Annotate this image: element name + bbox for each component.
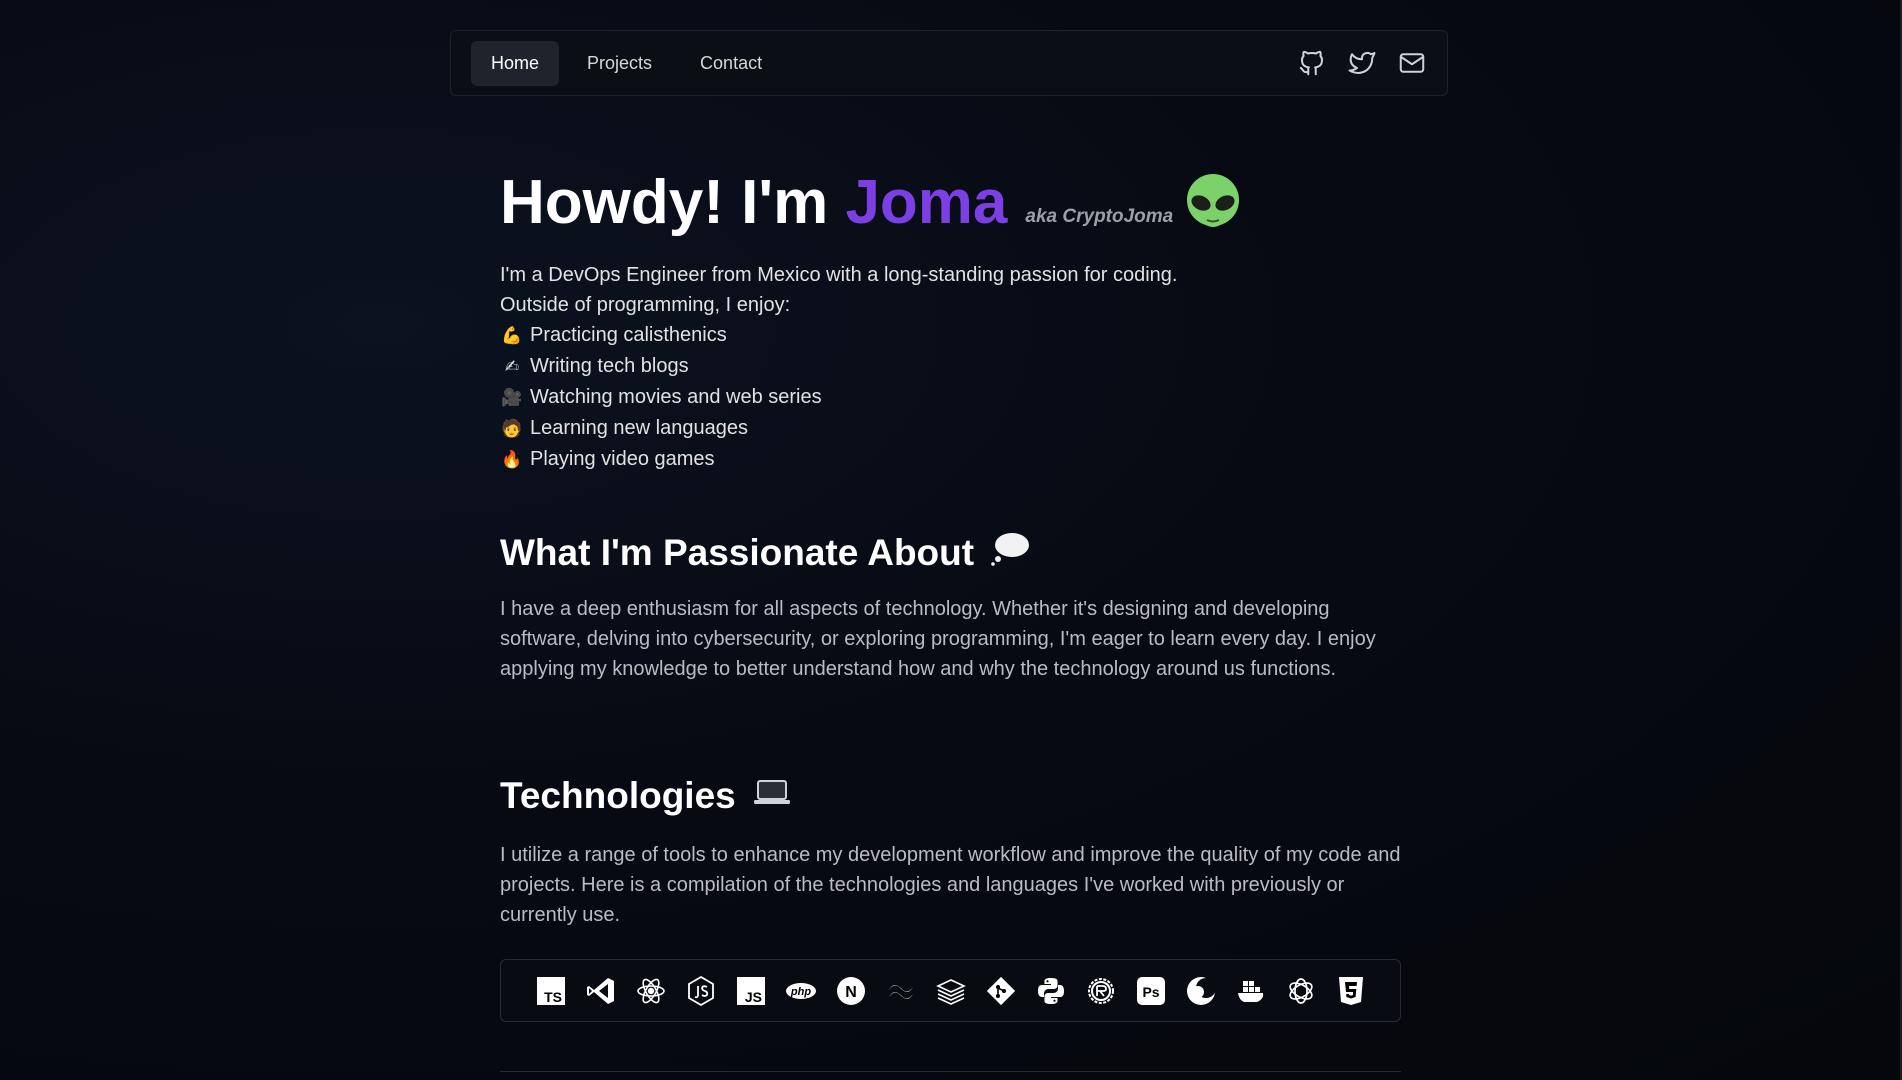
hobby-item: ✍ Writing tech blogs	[500, 351, 1177, 382]
passion-heading: What I'm Passionate About	[500, 530, 1030, 575]
hobby-item: 🧑 Learning new languages	[500, 413, 1177, 444]
twitter-icon[interactable]	[1347, 48, 1377, 78]
mail-icon[interactable]	[1397, 48, 1427, 78]
docker-icon[interactable]	[1235, 975, 1267, 1007]
svg-text:php: php	[789, 986, 810, 998]
passion-text: I have a deep enthusiasm for all aspects…	[500, 598, 1376, 680]
nextjs-icon[interactable]: N	[835, 975, 867, 1007]
vscode-icon[interactable]	[585, 975, 617, 1007]
laptop-icon	[752, 775, 792, 817]
tailwind-icon[interactable]	[885, 975, 917, 1007]
person-icon: 🧑	[501, 419, 523, 438]
stack-icon[interactable]	[935, 975, 967, 1007]
hobby-item: 🎥 Watching movies and web series	[500, 382, 1177, 413]
intro-line: I'm a DevOps Engineer from Mexico with a…	[500, 264, 1178, 286]
nav-projects-link[interactable]: Projects	[567, 41, 672, 86]
css3-icon[interactable]	[1335, 975, 1367, 1007]
greeting-text: Howdy! I'm	[500, 168, 829, 237]
svg-text:JS: JS	[744, 989, 761, 1005]
fire-icon: 🔥	[501, 450, 523, 469]
svg-text:TS: TS	[544, 989, 562, 1005]
writing-hand-icon: ✍	[504, 357, 520, 376]
nav-contact-link[interactable]: Contact	[680, 41, 782, 86]
technologies-bar: TS JS php N Ps	[500, 959, 1401, 1022]
technologies-heading: Technologies	[500, 775, 792, 817]
top-navbar: Home Projects Contact	[450, 30, 1448, 96]
hero-heading: Howdy! I'm Joma aka CryptoJoma	[500, 172, 1241, 234]
python-icon[interactable]	[1035, 975, 1067, 1007]
nodejs-icon[interactable]	[685, 975, 717, 1007]
hobby-item: 🔥 Playing video games	[500, 444, 1177, 475]
technologies-text: I utilize a range of tools to enhance my…	[500, 844, 1401, 926]
page-title: Howdy! I'm Joma	[500, 172, 1007, 234]
eclipse-icon[interactable]	[1185, 975, 1217, 1007]
section-divider	[500, 1071, 1401, 1072]
nav-links: Home Projects Contact	[471, 40, 782, 86]
hobby-item: 💪 Practicing calisthenics	[500, 320, 1177, 351]
intro-line: Outside of programming, I enjoy:	[500, 294, 791, 316]
svg-text:Ps: Ps	[1142, 984, 1159, 1000]
intro-text: I'm a DevOps Engineer from Mexico with a…	[500, 260, 1177, 475]
thought-bubble-icon	[990, 530, 1030, 575]
typescript-icon[interactable]: TS	[535, 975, 567, 1007]
javascript-icon[interactable]: JS	[735, 975, 767, 1007]
openai-icon[interactable]	[1285, 975, 1317, 1007]
flexed-biceps-icon: 💪	[501, 326, 523, 345]
aka-text: aka CryptoJoma	[1025, 206, 1174, 227]
nav-home-link[interactable]: Home	[471, 40, 560, 86]
svg-text:N: N	[845, 984, 857, 1001]
name-text: Joma	[845, 168, 1008, 237]
php-icon[interactable]: php	[785, 975, 817, 1007]
github-icon[interactable]	[1297, 48, 1327, 78]
react-icon[interactable]	[635, 975, 667, 1007]
movie-camera-icon: 🎥	[501, 388, 523, 407]
photoshop-icon[interactable]: Ps	[1135, 975, 1167, 1007]
alien-icon	[1185, 173, 1241, 240]
social-links	[1297, 48, 1427, 78]
rust-icon[interactable]	[1085, 975, 1117, 1007]
git-icon[interactable]	[985, 975, 1017, 1007]
